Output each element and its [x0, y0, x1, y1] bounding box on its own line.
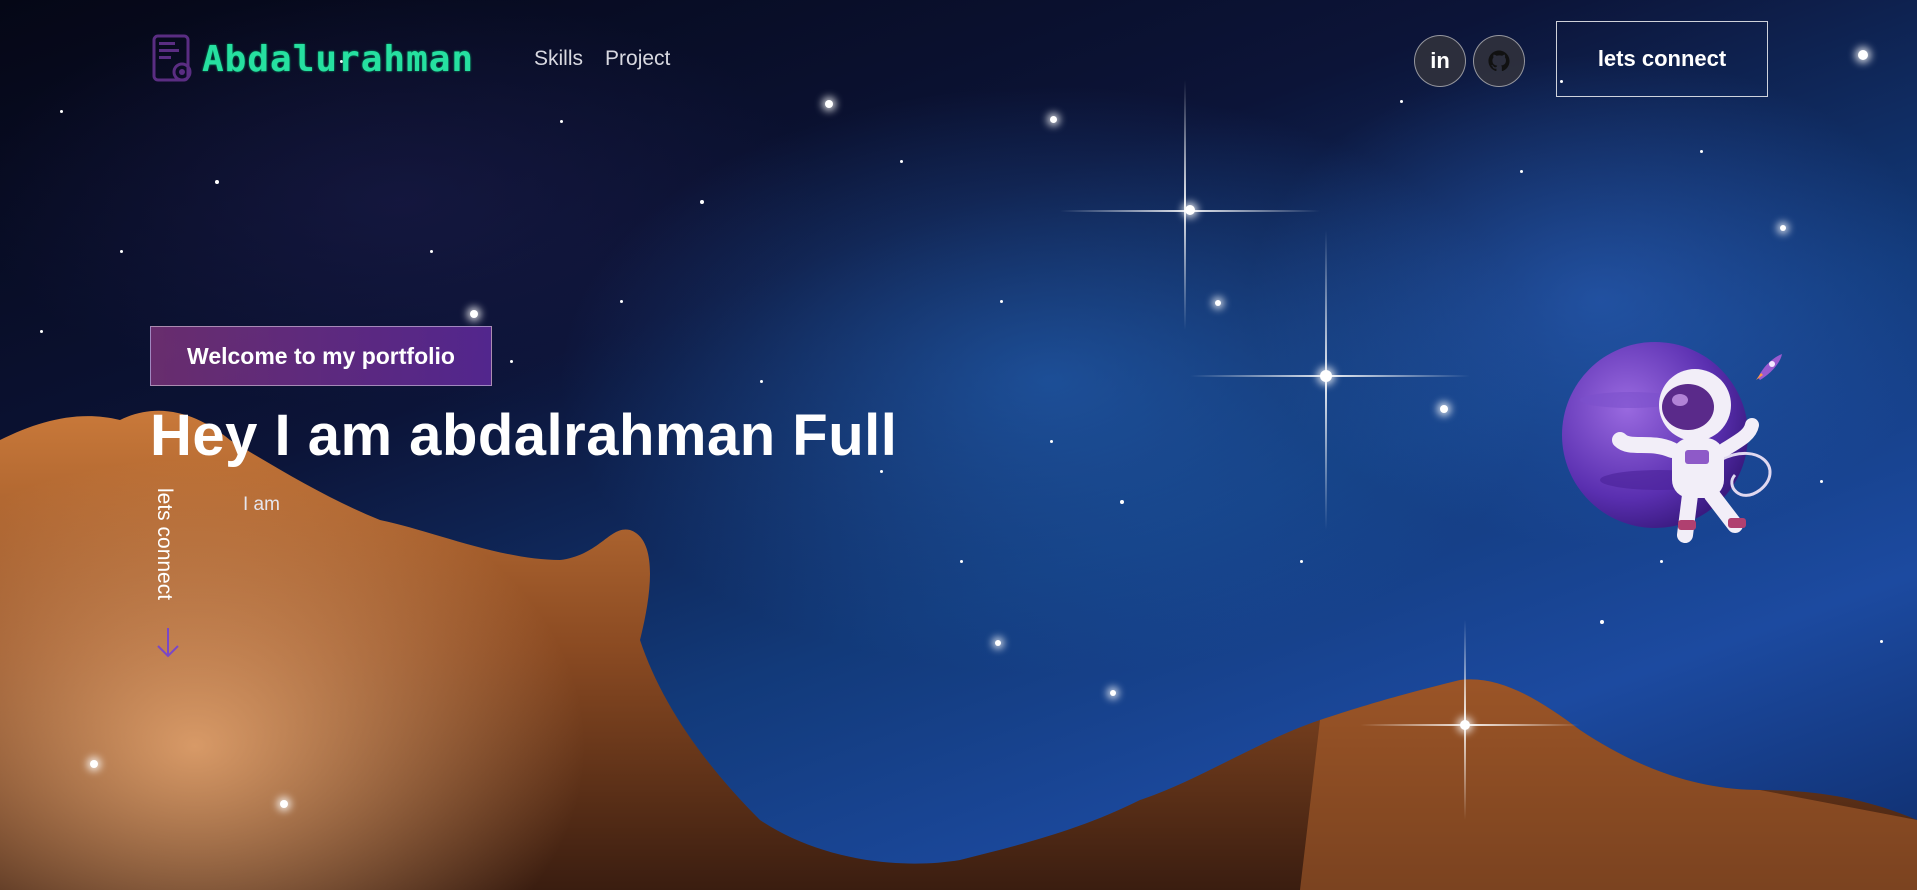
logo-text: Abdalurahman	[202, 38, 475, 80]
nav-links: Skills Project	[534, 47, 670, 71]
logo[interactable]: Abdalurahman	[150, 32, 474, 86]
linkedin-icon: in	[1430, 48, 1450, 73]
nav-link-project[interactable]: Project	[605, 47, 670, 71]
hero-subline: I am	[243, 494, 280, 515]
linkedin-button[interactable]: in	[1414, 35, 1466, 87]
tagline-badge: Welcome to my portfolio	[150, 326, 492, 386]
lets-connect-button[interactable]: lets connect	[1556, 21, 1768, 97]
rocket-icon	[1756, 354, 1782, 380]
github-icon	[1488, 50, 1510, 72]
vertical-connect-label: lets connect	[153, 488, 176, 601]
nav-link-skills[interactable]: Skills	[534, 47, 583, 71]
top-navbar: Abdalurahman Skills Project in lets conn…	[0, 0, 1917, 120]
hero-headline: Hey I am abdalrahman Full	[150, 403, 898, 468]
code-monitor-icon	[152, 34, 192, 82]
vertical-connect-link[interactable]: lets connect	[152, 488, 182, 668]
github-button[interactable]	[1473, 35, 1525, 87]
arrow-down-icon	[157, 628, 179, 658]
